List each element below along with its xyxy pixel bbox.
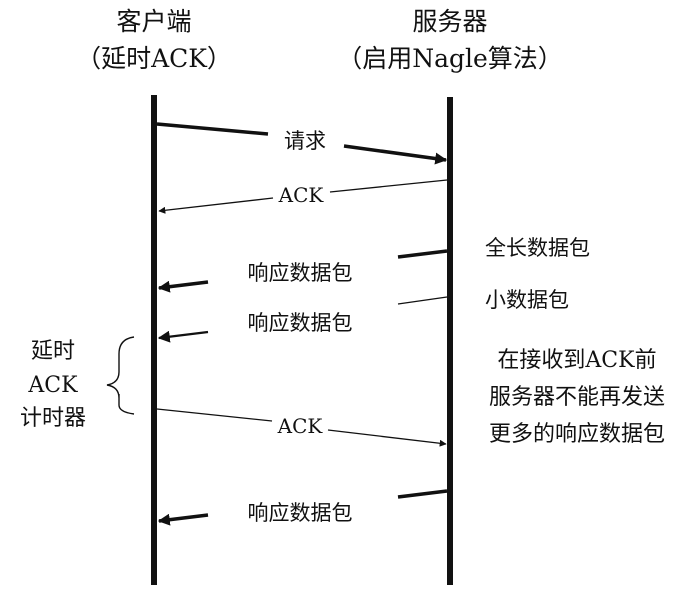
request-label: 请求 xyxy=(284,129,326,153)
client-subtitle: （延时ACK） xyxy=(76,44,232,73)
diagram-canvas: 客户端 （延时ACK） 服务器 （启用Nagle算法） 请求 ACK 响应数据包… xyxy=(20,7,665,585)
response2-label: 响应数据包 xyxy=(248,311,353,335)
sequence-diagram: 客户端 （延时ACK） 服务器 （启用Nagle算法） 请求 ACK 响应数据包… xyxy=(0,0,698,589)
timer-line3: 计时器 xyxy=(20,406,86,431)
ack-timer-label: 延时 ACK 计时器 xyxy=(20,339,86,431)
small-packet-note: 小数据包 xyxy=(485,288,569,312)
response3-label: 响应数据包 xyxy=(248,501,353,525)
server-wait-note: 在接收到ACK前 服务器不能再发送 更多的响应数据包 xyxy=(489,348,665,447)
full-packet-note: 全长数据包 xyxy=(485,236,590,260)
wait-note-line1: 在接收到ACK前 xyxy=(497,348,656,373)
timer-line2: ACK xyxy=(27,373,78,398)
server-subtitle: （启用Nagle算法） xyxy=(337,44,563,73)
server-title: 服务器 xyxy=(412,7,487,36)
wait-note-line3: 更多的响应数据包 xyxy=(489,422,665,447)
wait-note-line2: 服务器不能再发送 xyxy=(489,385,665,410)
ack1-label: ACK xyxy=(278,183,325,207)
ack2-label: ACK xyxy=(277,414,324,438)
client-title: 客户端 xyxy=(116,7,191,36)
timer-brace xyxy=(106,336,135,415)
timer-line1: 延时 xyxy=(31,339,75,364)
response1-label: 响应数据包 xyxy=(248,261,353,285)
